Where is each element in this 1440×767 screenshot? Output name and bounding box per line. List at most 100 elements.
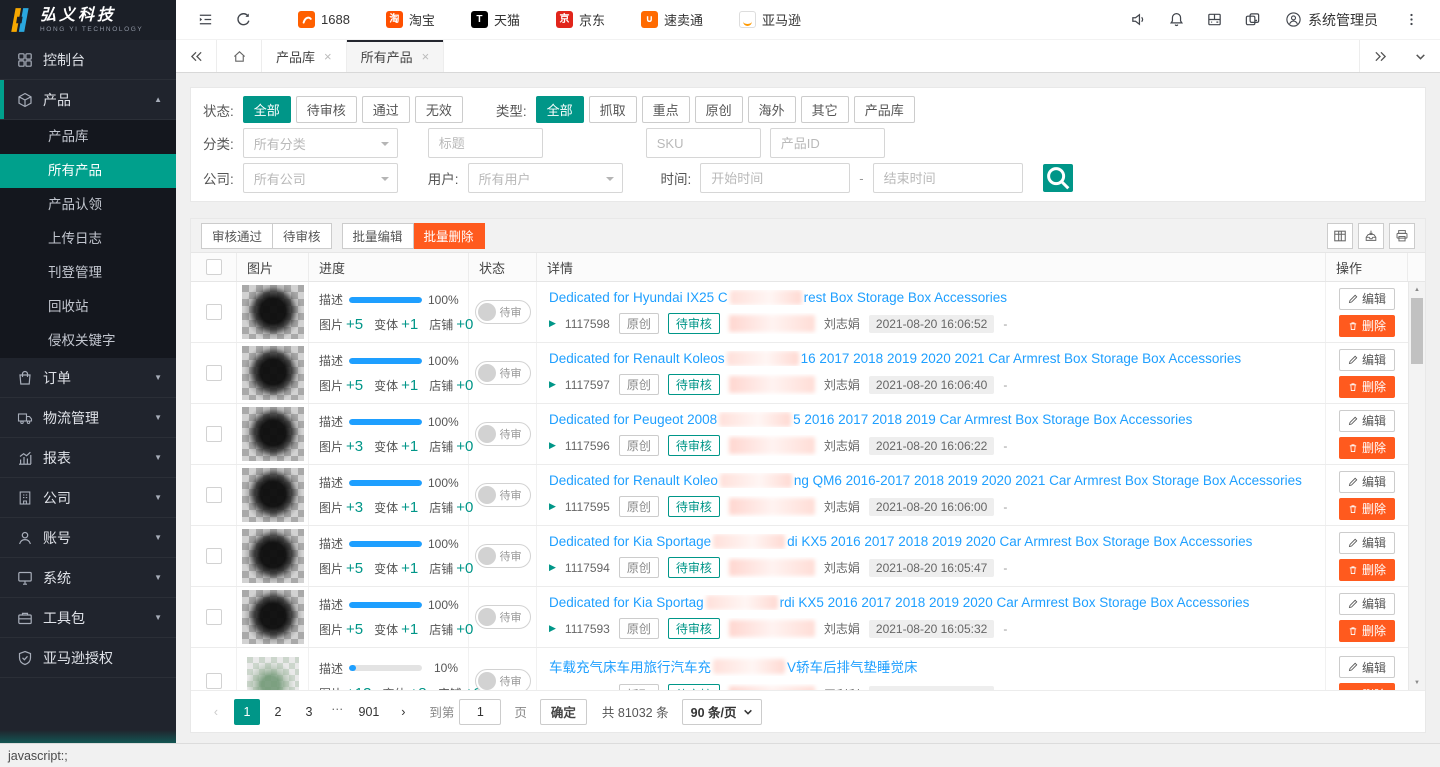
sidebar-collapse-icon[interactable] [186,0,224,40]
marketplace-1688[interactable]: 1688 [298,11,350,28]
row-checkbox[interactable] [206,365,222,381]
status-filter-无效[interactable]: 无效 [415,96,463,123]
page-1[interactable]: 1 [234,699,260,725]
sidebar-subitem-产品库[interactable]: 产品库 [0,120,176,154]
sidebar-item-logistics[interactable]: 物流管理 ▼ [0,398,176,438]
sidebar-subitem-上传日志[interactable]: 上传日志 [0,222,176,256]
row-checkbox[interactable] [206,426,222,442]
export-icon[interactable] [1358,223,1384,249]
delete-button[interactable]: 删除 [1339,376,1395,398]
review-status-switch[interactable]: 待审 [475,544,531,568]
edit-button[interactable]: 编辑 [1339,410,1395,432]
product-title-link[interactable]: Dedicated for Kia Sportage di KX5 2016 2… [549,534,1313,549]
page-3[interactable]: 3 [296,699,322,725]
end-time-input[interactable] [873,163,1023,193]
user-select[interactable]: 所有用户 [468,163,623,193]
play-icon[interactable]: ▶ [549,379,556,390]
page-prev-button[interactable]: ‹ [203,699,229,725]
review-status-switch[interactable]: 待审 [475,422,531,446]
search-button[interactable] [1043,164,1073,192]
play-icon[interactable]: ▶ [549,440,556,451]
type-filter-产品库[interactable]: 产品库 [854,96,915,123]
approve-button[interactable]: 审核通过 [201,223,273,249]
batch-delete-button[interactable]: 批量删除 [414,223,485,249]
status-filter-待审核[interactable]: 待审核 [296,96,357,123]
batch-edit-button[interactable]: 批量编辑 [342,223,414,249]
review-status-switch[interactable]: 待审 [475,361,531,385]
type-filter-其它[interactable]: 其它 [801,96,849,123]
edit-button[interactable]: 编辑 [1339,593,1395,615]
announcement-icon[interactable] [1119,0,1157,40]
tabs-menu-chevron-icon[interactable] [1400,40,1440,72]
sidebar-subitem-所有产品[interactable]: 所有产品 [0,154,176,188]
edit-button[interactable]: 编辑 [1339,288,1395,310]
sidebar-item-order[interactable]: 订单 ▼ [0,358,176,398]
review-status-switch[interactable]: 待审 [475,669,531,691]
tab-close-icon[interactable]: × [422,49,430,64]
more-kebab-icon[interactable] [1392,0,1430,40]
scrollbar-thumb[interactable] [1411,298,1423,364]
product-thumbnail[interactable] [242,529,304,583]
product-id-input[interactable] [770,128,885,158]
marketplace-亚马逊[interactable]: a亚马逊 [739,10,801,29]
tab-home[interactable] [216,40,262,72]
sidebar-subitem-侵权关键字[interactable]: 侵权关键字 [0,324,176,358]
product-thumbnail[interactable] [242,285,304,339]
tab-close-icon[interactable]: × [324,49,332,64]
edit-button[interactable]: 编辑 [1339,471,1395,493]
type-filter-海外[interactable]: 海外 [748,96,796,123]
product-title-link[interactable]: Dedicated for Peugeot 2008 5 2016 2017 2… [549,412,1313,427]
tabs-scroll-right-icon[interactable] [1360,40,1400,72]
product-thumbnail[interactable] [247,657,299,691]
tab-所有产品[interactable]: 所有产品× [347,40,445,72]
play-icon[interactable]: ▶ [549,501,556,512]
title-input[interactable] [428,128,543,158]
category-select[interactable]: 所有分类 [243,128,398,158]
page-901[interactable]: 901 [353,699,386,725]
sku-input[interactable] [646,128,761,158]
theme-skin-icon[interactable] [1233,0,1271,40]
row-checkbox[interactable] [206,548,222,564]
select-all-checkbox[interactable] [206,259,222,275]
row-checkbox[interactable] [206,673,222,689]
edit-button[interactable]: 编辑 [1339,532,1395,554]
row-checkbox[interactable] [206,609,222,625]
type-filter-原创[interactable]: 原创 [695,96,743,123]
product-thumbnail[interactable] [242,407,304,461]
status-filter-全部[interactable]: 全部 [243,96,291,123]
scrollbar-up-icon[interactable]: ▲ [1409,283,1425,296]
marketplace-天猫[interactable]: T天猫 [471,10,520,29]
review-status-switch[interactable]: 待审 [475,605,531,629]
table-scrollbar[interactable]: ▲ ▼ [1408,282,1425,690]
review-status-switch[interactable]: 待审 [475,300,531,324]
delete-button[interactable]: 删除 [1339,559,1395,581]
page-size-select[interactable]: 90 条/页 [682,699,763,725]
column-settings-icon[interactable] [1327,223,1353,249]
delete-button[interactable]: 删除 [1339,437,1395,459]
tab-产品库[interactable]: 产品库× [262,40,347,72]
delete-button[interactable]: 删除 [1339,620,1395,642]
delete-button[interactable]: 删除 [1339,498,1395,520]
row-checkbox[interactable] [206,487,222,503]
product-thumbnail[interactable] [242,590,304,644]
company-select[interactable]: 所有公司 [243,163,398,193]
page-2[interactable]: 2 [265,699,291,725]
confirm-button[interactable]: 确定 [540,699,587,725]
row-checkbox[interactable] [206,304,222,320]
marketplace-淘宝[interactable]: 淘淘宝 [386,10,435,29]
sidebar-item-company[interactable]: 公司 ▼ [0,478,176,518]
product-title-link[interactable]: Dedicated for Kia Sportag rdi KX5 2016 2… [549,595,1313,610]
type-filter-抓取[interactable]: 抓取 [589,96,637,123]
pending-review-button[interactable]: 待审核 [273,223,332,249]
product-thumbnail[interactable] [242,468,304,522]
delete-button[interactable]: 删除 [1339,315,1395,337]
scrollbar-down-icon[interactable]: ▼ [1409,676,1425,689]
edit-button[interactable]: 编辑 [1339,349,1395,371]
apps-grid-icon[interactable] [1195,0,1233,40]
sidebar-item-console[interactable]: 控制台 [0,40,176,80]
start-time-input[interactable] [700,163,850,193]
user-menu[interactable]: 系统管理员 [1285,10,1378,30]
sidebar-item-amazon-auth[interactable]: 亚马逊授权 [0,638,176,678]
page-next-button[interactable]: › [390,699,416,725]
play-icon[interactable]: ▶ [549,318,556,329]
